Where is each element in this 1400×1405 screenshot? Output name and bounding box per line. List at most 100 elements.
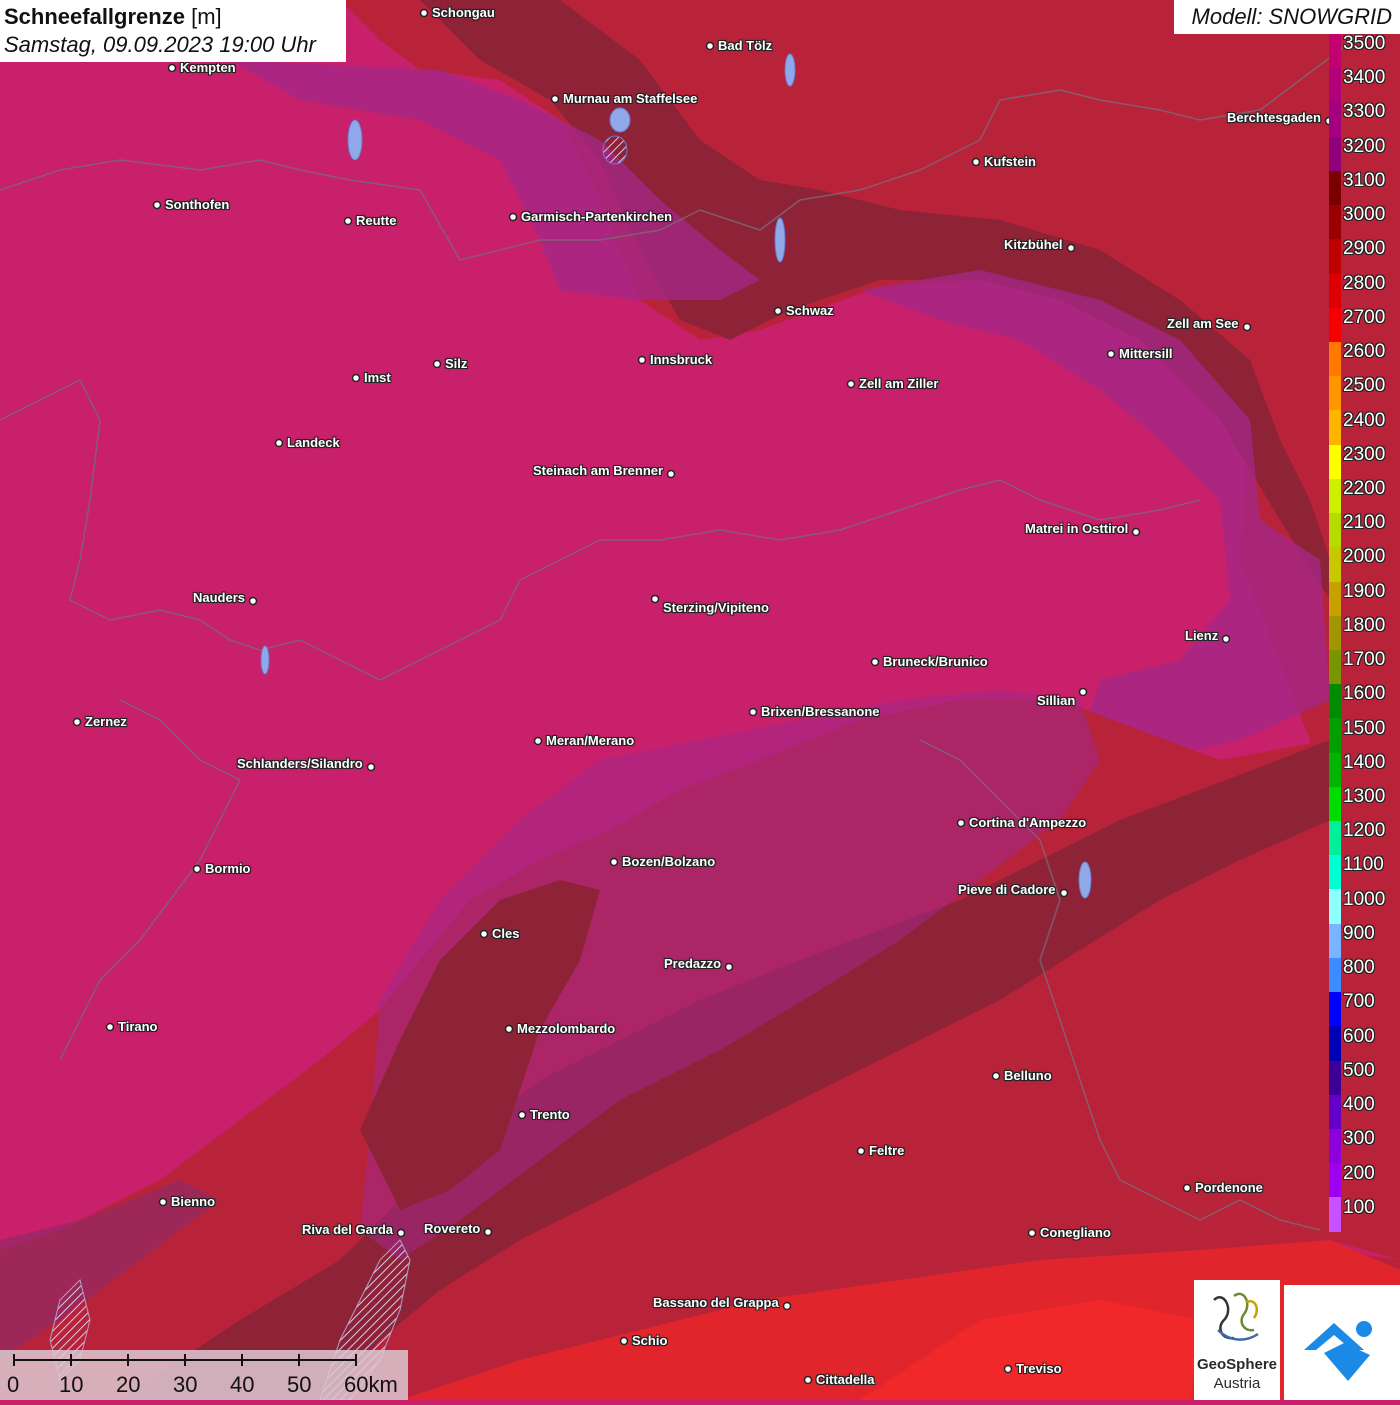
legend-label: 1700 (1343, 649, 1386, 671)
city-label: Mezzolombardo (517, 1021, 616, 1036)
legend-swatch (1329, 1026, 1341, 1061)
city-dot (396, 1228, 406, 1238)
city-label: Silz (445, 356, 468, 371)
city-dot (1182, 1183, 1192, 1193)
scale-bar: 0 10 20 30 40 50 60km (0, 1350, 408, 1400)
city-label: Garmisch-Partenkirchen (521, 209, 673, 224)
legend-label: 500 (1343, 1059, 1375, 1081)
city-dot (1242, 322, 1252, 332)
city-label: Treviso (1016, 1361, 1062, 1376)
city-label: Bad Tölz (718, 38, 773, 53)
legend-label: 1400 (1343, 751, 1386, 773)
city-dot (432, 359, 442, 369)
legend-label: 700 (1343, 991, 1375, 1013)
legend-swatch (1329, 855, 1341, 890)
legend-swatch (1329, 513, 1341, 548)
scale-label: 0 (7, 1372, 20, 1397)
scale-label: 30 (173, 1372, 198, 1397)
city-dot (1027, 1228, 1037, 1238)
legend-swatch (1329, 1094, 1341, 1129)
city-dot (504, 1024, 514, 1034)
city-dot (1131, 527, 1141, 537)
legend-swatch (1329, 752, 1341, 787)
city-label: Cittadella (816, 1372, 875, 1387)
city-dot (479, 929, 489, 939)
city-dot (724, 962, 734, 972)
legend-swatch (1329, 341, 1341, 377)
scale-label: 20 (116, 1372, 141, 1397)
city-dot (152, 200, 162, 210)
scale-label: 10 (59, 1372, 84, 1397)
model-label: Modell: SNOWGRID (1174, 0, 1400, 34)
logo-text-geosphere: GeoSphere (1196, 1356, 1278, 1373)
city-label: Zell am See (1167, 316, 1239, 331)
city-dot (517, 1110, 527, 1120)
city-dot (274, 438, 284, 448)
legend-label: 3000 (1343, 204, 1386, 226)
city-label: Imst (364, 370, 391, 385)
legend-swatch (1329, 376, 1341, 411)
city-dot (971, 157, 981, 167)
city-label: Lienz (1185, 628, 1219, 643)
city-label: Feltre (869, 1143, 905, 1158)
forecast-datetime: Samstag, 09.09.2023 19:00 Uhr (4, 32, 316, 57)
city-label: Reutte (356, 213, 397, 228)
legend-swatch (1329, 478, 1341, 514)
city-dot (705, 41, 715, 51)
city-label: Zell am Ziller (859, 376, 939, 391)
city-label: Schio (632, 1333, 668, 1348)
legend-swatch (1329, 34, 1341, 69)
city-label: Bienno (171, 1194, 216, 1209)
legend-label: 2600 (1343, 341, 1386, 363)
city-label: Rovereto (424, 1221, 481, 1236)
city-label: Steinach am Brenner (533, 463, 664, 478)
legend-swatch (1329, 786, 1341, 822)
city-dot (856, 1146, 866, 1156)
city-dot (483, 1227, 493, 1237)
legend-label: 2400 (1343, 409, 1386, 431)
legend-label: 2300 (1343, 443, 1386, 465)
city-dot (1106, 349, 1116, 359)
city-label: Sillian (1037, 693, 1076, 708)
legend-label: 300 (1343, 1128, 1375, 1150)
legend-label: 3500 (1343, 33, 1386, 54)
legend-label: 2200 (1343, 477, 1386, 499)
legend-label: 1800 (1343, 614, 1386, 636)
city-label: Nauders (193, 590, 246, 605)
city-dot (248, 596, 258, 606)
city-dot (619, 1336, 629, 1346)
city-dot (105, 1022, 115, 1032)
scale-label: 60km (344, 1372, 398, 1397)
legend-swatch (1329, 1060, 1341, 1095)
city-dot (167, 63, 177, 73)
city-dot (1221, 634, 1231, 644)
legend-label: 3100 (1343, 169, 1386, 191)
city-label: Matrei in Osttirol (1025, 521, 1129, 536)
legend-swatch (1329, 547, 1341, 582)
city-dot (366, 762, 376, 772)
legend-label: 1600 (1343, 683, 1386, 705)
city-dot (609, 857, 619, 867)
city-label: Bozen/Bolzano (622, 854, 716, 869)
city-label: Pordenone (1195, 1180, 1263, 1195)
legend-color-bar (1329, 34, 1341, 1232)
legend-swatch (1329, 649, 1341, 685)
city-dot (1003, 1364, 1013, 1374)
parameter-name: Schneefallgrenze (4, 4, 185, 29)
city-dot (508, 212, 518, 222)
legend-swatch (1329, 170, 1341, 206)
city-label: Conegliano (1040, 1225, 1111, 1240)
legend-label: 1300 (1343, 786, 1386, 808)
city-label: Cles (492, 926, 520, 941)
city-label: Landeck (287, 435, 340, 450)
city-dot (533, 736, 543, 746)
legend-label: 3300 (1343, 101, 1386, 123)
geosphere-emblem-icon (1213, 1292, 1259, 1341)
legend-swatch (1329, 1197, 1341, 1232)
city-dot (782, 1301, 792, 1311)
legend-label: 2100 (1343, 512, 1386, 534)
city-dot (637, 355, 647, 365)
city-label: Sterzing/Vipiteno (663, 600, 769, 615)
city-dot (846, 379, 856, 389)
city-dot (192, 864, 202, 874)
